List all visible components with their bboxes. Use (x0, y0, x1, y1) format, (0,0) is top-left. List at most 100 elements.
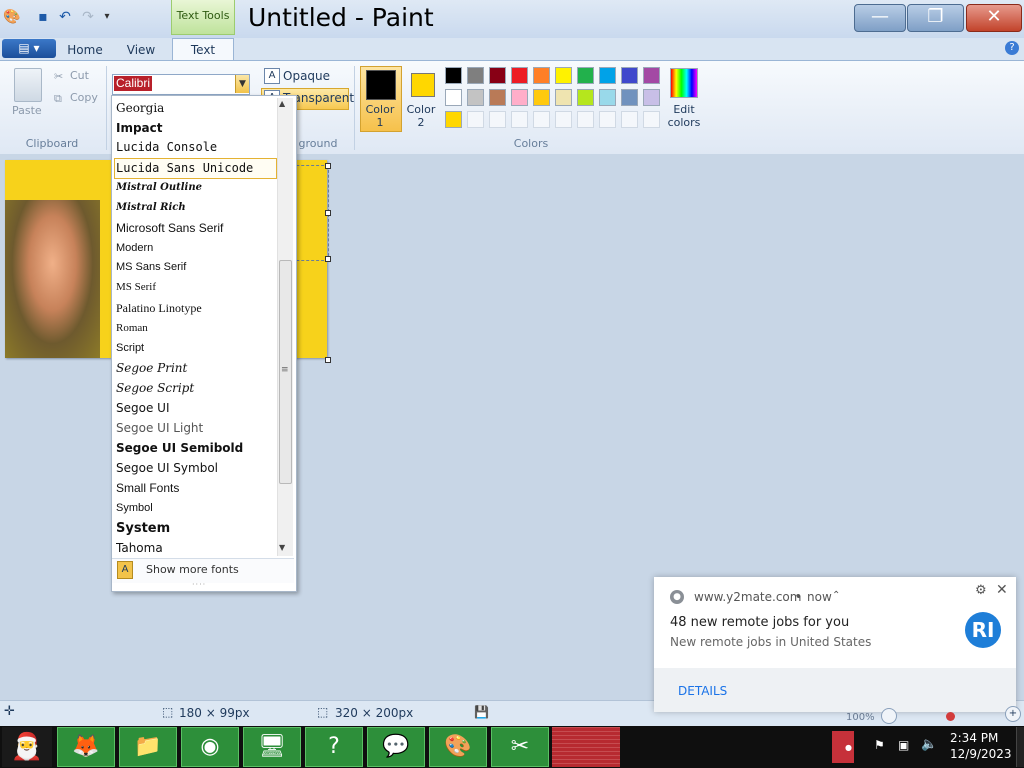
cut-button[interactable]: Cut (70, 69, 89, 82)
font-option-tahoma[interactable]: Tahoma (116, 539, 276, 558)
volume-icon[interactable]: 🔈 (921, 737, 937, 752)
tab-home[interactable]: Home (60, 40, 110, 60)
font-option-system[interactable]: System (116, 519, 276, 538)
canvas-resize-handle[interactable] (325, 357, 331, 363)
selection-handle[interactable] (325, 256, 331, 262)
font-option-segoe-ui-light[interactable]: Segoe UI Light (116, 419, 276, 438)
palette-swatch[interactable] (621, 89, 638, 106)
taskbar-help-icon[interactable]: ? (305, 727, 363, 767)
notification-details-button[interactable]: DETAILS (678, 684, 727, 698)
notification-settings-icon[interactable]: ⚙ (975, 583, 987, 598)
pasted-portrait-image[interactable] (5, 200, 100, 358)
copy-button[interactable]: Copy (70, 91, 98, 104)
scroll-up-icon[interactable]: ▲ (279, 99, 285, 108)
taskbar-chat-icon[interactable]: 💬 (367, 727, 425, 767)
font-option-palatino-linotype[interactable]: Palatino Linotype (116, 299, 276, 318)
color2-swatch[interactable] (411, 73, 435, 97)
save-icon[interactable]: ▪ (35, 9, 51, 25)
font-option-segoe-ui[interactable]: Segoe UI (116, 399, 276, 418)
show-more-fonts-label[interactable]: Show more fonts (146, 563, 239, 576)
restore-button[interactable]: ❐ (907, 4, 964, 32)
dropdown-resize-grip-icon[interactable]: ···· (192, 580, 206, 589)
selection-handle[interactable] (325, 210, 331, 216)
taskbar-file-explorer-icon[interactable]: 📁 (119, 727, 177, 767)
action-center-flag-icon[interactable]: ⚑ (874, 738, 885, 752)
font-option-lucida-console[interactable]: Lucida Console (116, 138, 276, 157)
customize-quick-access-icon[interactable]: ▾ (99, 9, 115, 25)
paint-menu-button[interactable]: ▤ ▾ (2, 39, 56, 58)
palette-swatch[interactable] (643, 111, 660, 128)
palette-swatch[interactable] (467, 67, 484, 84)
palette-swatch[interactable] (643, 89, 660, 106)
notification-close-icon[interactable]: ✕ (996, 582, 1008, 598)
font-option-symbol[interactable]: Symbol (116, 499, 276, 518)
help-icon[interactable]: ? (1005, 41, 1019, 55)
palette-swatch[interactable] (467, 111, 484, 128)
taskbar-firefox-icon[interactable]: 🦊 (57, 727, 115, 767)
palette-swatch[interactable] (577, 89, 594, 106)
palette-swatch[interactable] (489, 111, 506, 128)
palette-swatch[interactable] (555, 67, 572, 84)
font-option-script[interactable]: Script (116, 339, 276, 358)
palette-swatch[interactable] (445, 89, 462, 106)
start-button-santa-icon[interactable]: 🎅 (2, 727, 52, 767)
font-option-roman[interactable]: Roman (116, 319, 276, 338)
palette-swatch[interactable] (533, 111, 550, 128)
palette-swatch[interactable] (445, 111, 462, 128)
edit-colors-button[interactable]: Edit colors (664, 103, 704, 129)
palette-swatch[interactable] (599, 111, 616, 128)
palette-swatch[interactable] (489, 67, 506, 84)
font-option-impact[interactable]: Impact (116, 119, 276, 138)
paint-app-icon[interactable]: 🎨 (3, 9, 20, 25)
palette-swatch[interactable] (533, 67, 550, 84)
font-dropdown-arrow-icon[interactable]: ▼ (235, 75, 249, 93)
undo-icon[interactable]: ↶ (57, 9, 73, 25)
zoom-slider-thumb[interactable] (946, 712, 955, 721)
font-option-mistral-rich[interactable]: Mistral Rich (116, 198, 276, 217)
show-desktop-button[interactable] (1016, 727, 1024, 767)
font-option-segoe-ui-semibold[interactable]: Segoe UI Semibold (116, 439, 276, 458)
font-option-lucida-sans-unicode[interactable]: Lucida Sans Unicode (114, 158, 277, 179)
palette-swatch[interactable] (577, 111, 594, 128)
palette-swatch[interactable] (577, 67, 594, 84)
font-option-georgia[interactable]: Georgia (116, 99, 276, 118)
paste-icon[interactable] (14, 68, 42, 102)
taskbar-system-monitor-icon[interactable]: 🖥 (243, 727, 301, 767)
taskbar-chrome-icon[interactable]: ◉ (181, 727, 239, 767)
taskbar-snipping-tool-icon[interactable]: ✂ (491, 727, 549, 767)
edit-colors-icon[interactable] (670, 68, 698, 98)
palette-swatch[interactable] (599, 67, 616, 84)
zoom-in-icon[interactable]: + (1005, 706, 1021, 722)
font-option-segoe-script[interactable]: Segoe Script (116, 379, 276, 398)
redo-icon[interactable]: ↷ (80, 9, 96, 25)
taskbar-window-button[interactable] (552, 727, 620, 767)
font-option-modern[interactable]: Modern (116, 239, 276, 258)
palette-swatch[interactable] (533, 89, 550, 106)
palette-swatch[interactable] (445, 67, 462, 84)
palette-swatch[interactable] (511, 89, 528, 106)
palette-swatch[interactable] (489, 89, 506, 106)
font-option-microsoft-sans-serif[interactable]: Microsoft Sans Serif (116, 219, 276, 238)
minimize-button[interactable]: — (854, 4, 906, 32)
palette-swatch[interactable] (643, 67, 660, 84)
font-option-small-fonts[interactable]: Small Fonts (116, 479, 276, 498)
expand-chevron-icon[interactable]: ⌃ (832, 590, 840, 601)
network-icon[interactable]: ▣ (898, 738, 909, 752)
palette-swatch[interactable] (621, 111, 638, 128)
palette-swatch[interactable] (467, 89, 484, 106)
opaque-button[interactable]: Opaque (283, 69, 330, 83)
tab-view[interactable]: View (116, 40, 166, 60)
font-option-segoe-print[interactable]: Segoe Print (116, 359, 276, 378)
close-button[interactable]: ✕ (966, 4, 1022, 32)
palette-swatch[interactable] (555, 111, 572, 128)
taskbar-clock-date[interactable]: 12/9/2023 (950, 747, 1012, 761)
taskbar-paint-icon[interactable]: 🎨 (429, 727, 487, 767)
paste-button-label[interactable]: Paste (12, 104, 42, 117)
selection-handle[interactable] (325, 163, 331, 169)
scroll-down-icon[interactable]: ▼ (279, 543, 285, 552)
palette-swatch[interactable] (511, 67, 528, 84)
font-family-value[interactable]: Calibri (114, 76, 153, 91)
font-option-segoe-ui-symbol[interactable]: Segoe UI Symbol (116, 459, 276, 478)
palette-swatch[interactable] (511, 111, 528, 128)
zoom-out-icon[interactable] (881, 708, 897, 724)
